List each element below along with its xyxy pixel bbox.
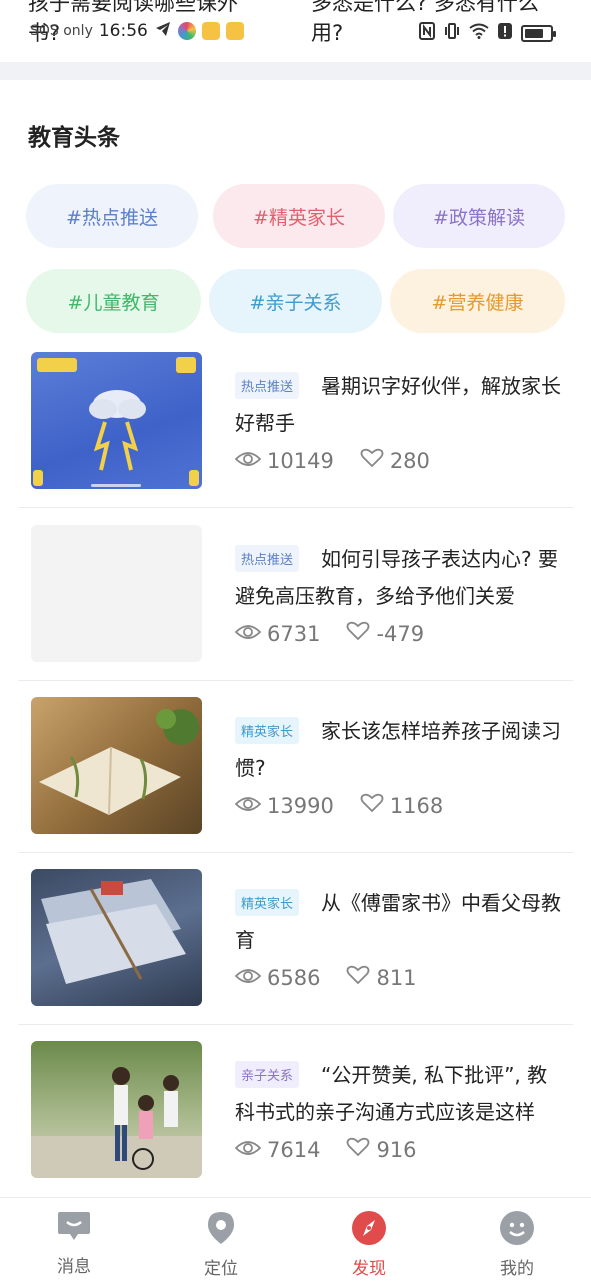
tag-hot-push[interactable]: #热点推送 [26,184,198,248]
like-count: 280 [389,448,430,473]
tag-label: #精英家长 [253,206,345,229]
article-title: “公开赞美, 私下批评”, 教科书式的亲子沟通方式应该是这样 [235,1063,548,1124]
nav-label: 定位 [204,1259,238,1279]
eye-icon [234,622,262,646]
tag-label: #营养健康 [431,291,524,314]
article-item[interactable]: 热点推送 暑期识字好伙伴，解放家长好帮手 10149 280 [18,350,573,508]
article-stats: 10149 280 [234,448,430,473]
tag-child-education[interactable]: #儿童教育 [26,269,201,333]
heart-icon[interactable] [346,1137,370,1162]
nav-label: 发现 [352,1259,386,1279]
tag-label: #亲子关系 [249,291,342,314]
telegram-icon [154,20,172,42]
article-title: 从《傅雷家书》中看父母教育 [235,891,561,952]
view-count: 13990 [267,793,334,818]
status-bar-right [419,22,556,44]
battery-icon [521,24,556,42]
article-item[interactable]: 精英家长 家长该怎样培养孩子阅读习惯? 13990 1168 [18,695,573,853]
nav-label: 消息 [57,1257,91,1277]
tag-nutrition[interactable]: #营养健康 [390,269,565,333]
article-divider [18,680,573,681]
article-thumbnail [31,1041,202,1178]
view-count: 6731 [267,621,321,646]
nav-item-discover[interactable]: 发现 [329,1210,409,1279]
heart-icon[interactable] [360,793,384,818]
tag-elite-parent[interactable]: #精英家长 [213,184,385,248]
article-title: 家长该怎样培养孩子阅读习惯? [235,719,561,780]
article-divider [18,1024,573,1025]
article-title: 如何引导孩子表达内心? 要避免高压教育，多给予他们关爱 [235,547,558,608]
alert-icon [497,22,513,44]
compass-icon [351,1210,387,1250]
section-divider [0,62,591,80]
carrier-text: SOS only [30,23,93,39]
penguin-notification-icon [225,22,244,40]
heart-icon[interactable] [346,621,370,646]
view-count: 7614 [267,1137,321,1162]
nav-item-profile[interactable]: 我的 [477,1210,557,1279]
like-count: -479 [376,621,425,646]
like-count: 811 [376,965,417,990]
status-bar-left: SOS only 16:56 [30,20,244,42]
nfc-icon [419,22,435,44]
tag-policy[interactable]: #政策解读 [393,184,565,248]
eye-icon [234,449,262,473]
article-stats: 13990 1168 [234,793,444,818]
view-count: 6586 [267,965,321,990]
article-thumbnail [31,697,202,834]
eye-icon [234,966,262,990]
article-item[interactable]: 精英家长 从《傅雷家书》中看父母教育 6586 811 [18,867,573,1025]
app-notification-icon [177,22,196,40]
article-stats: 7614 916 [234,1137,417,1162]
article-divider [18,507,573,508]
article-title: 暑期识字好伙伴，解放家长好帮手 [235,374,561,435]
nav-item-location[interactable]: 定位 [181,1210,261,1279]
eye-icon [234,794,262,818]
heart-icon[interactable] [360,448,384,473]
tag-parent-child[interactable]: #亲子关系 [209,269,382,333]
article-thumbnail [31,869,202,1006]
article-thumbnail [31,352,202,489]
view-count: 10149 [267,448,334,473]
emoji-notification-icon [201,22,220,40]
like-count: 916 [376,1137,417,1162]
article-thumbnail-placeholder [31,525,202,662]
nav-item-messages[interactable]: 消息 [34,1210,114,1277]
location-icon [205,1210,237,1250]
tag-label: #儿童教育 [67,291,160,314]
article-divider [18,852,573,853]
heart-icon[interactable] [346,965,370,990]
wifi-icon [469,23,489,43]
eye-icon [234,1138,262,1162]
status-time: 16:56 [98,21,148,41]
nav-label: 我的 [500,1259,534,1279]
article-item[interactable]: 亲子关系 “公开赞美, 私下批评”, 教科书式的亲子沟通方式应该是这样 7614… [18,1039,573,1197]
article-stats: 6586 811 [234,965,417,990]
tag-label: #热点推送 [66,206,158,229]
section-title: 教育头条 [28,125,120,151]
bottom-nav: 消息 定位 发现 我的 [0,1197,591,1281]
top-area: 孩子需要阅读哪些课外书? 多悉是什么? 多悉有什么用? SOS only 16:… [0,0,591,62]
article-item[interactable]: 热点推送 如何引导孩子表达内心? 要避免高压教育，多给予他们关爱 6731 -4… [18,523,573,681]
vibrate-icon [443,22,461,44]
like-count: 1168 [389,793,444,818]
tag-label: #政策解读 [433,206,525,229]
message-icon [56,1210,92,1248]
profile-icon [499,1210,535,1250]
article-stats: 6731 -479 [234,621,425,646]
